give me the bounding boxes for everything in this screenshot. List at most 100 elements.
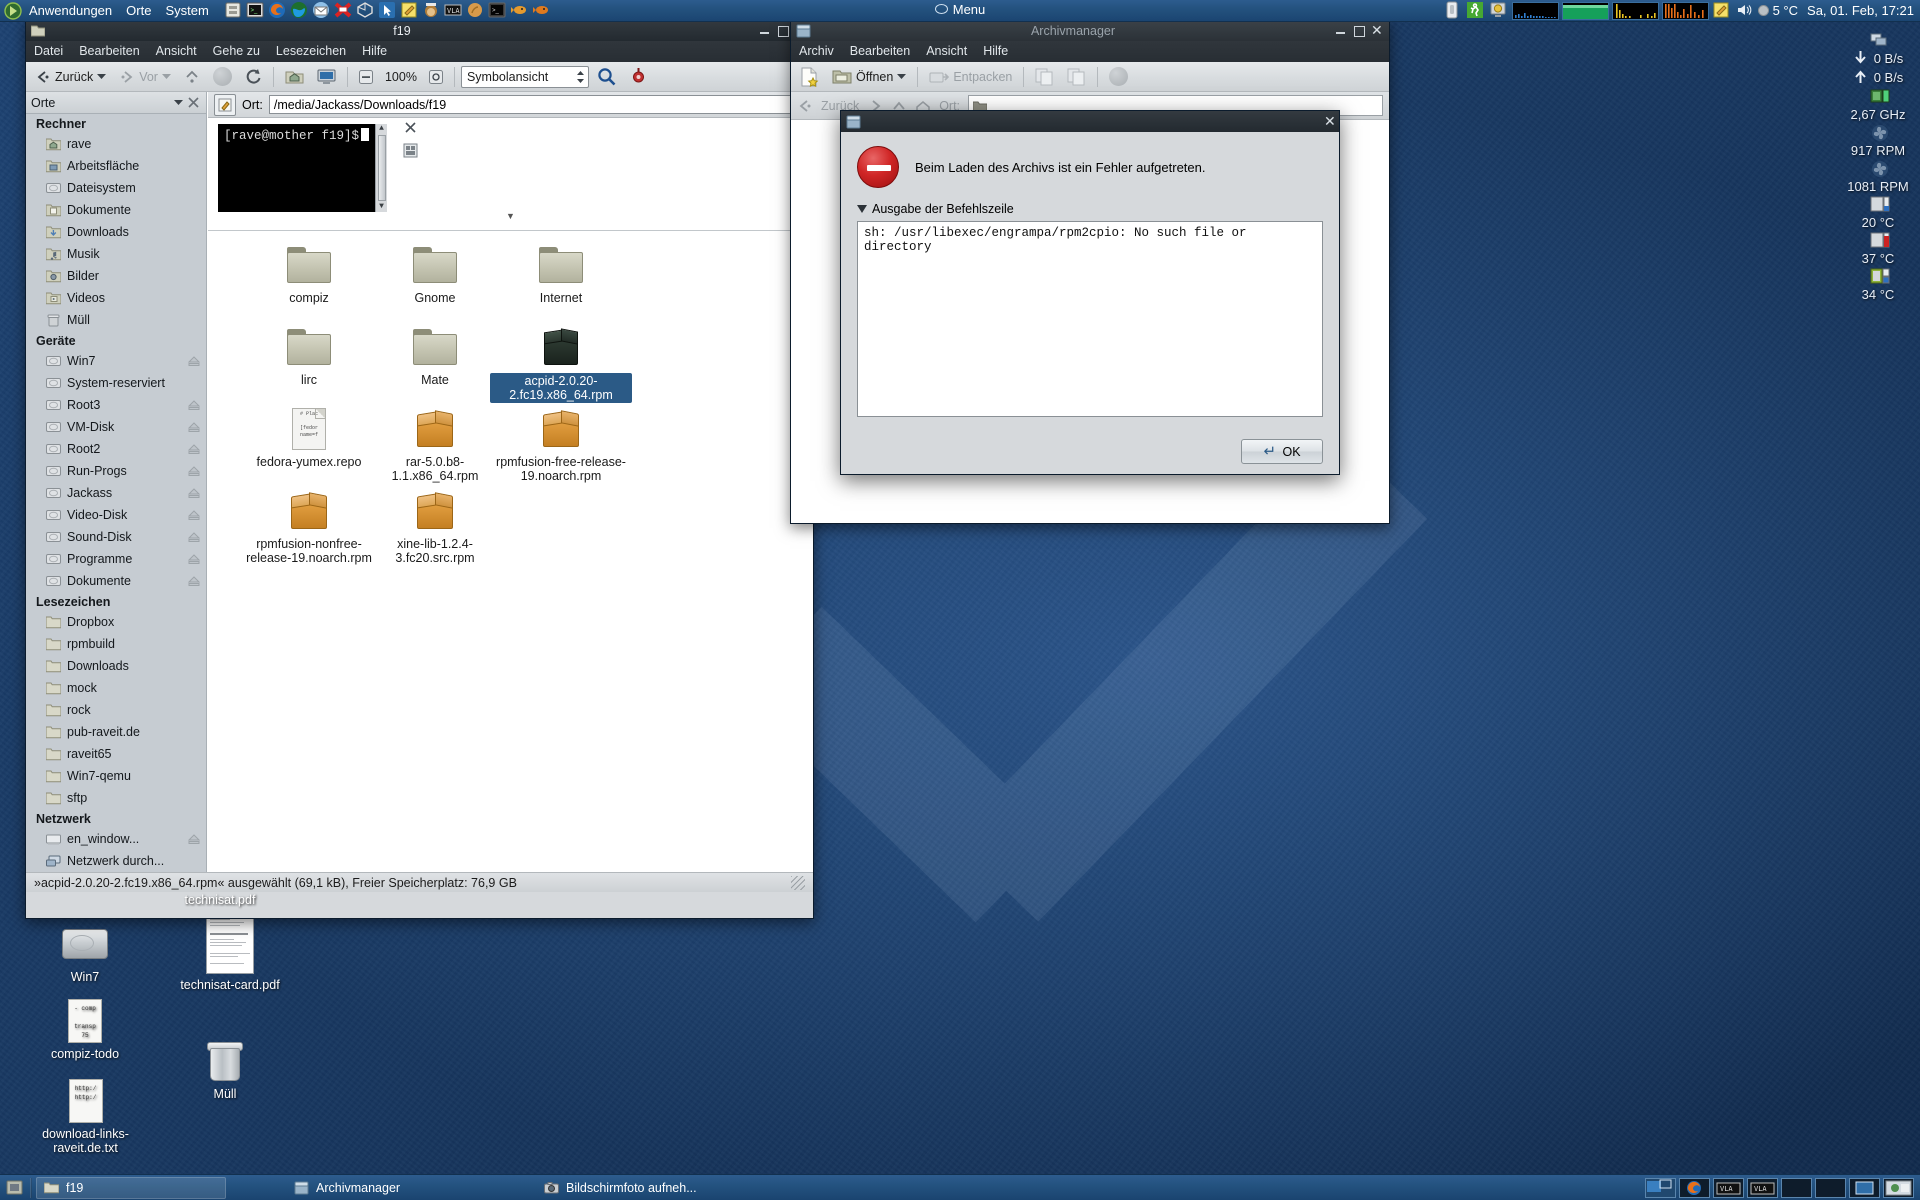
terminal-icon[interactable]: >_ [246,1,266,21]
computer-button[interactable] [312,66,341,87]
menu-bearbeiten[interactable]: Bearbeiten [71,41,147,62]
file-item[interactable]: # Plac [fedor name=f fedora-yumex.repo [238,403,380,469]
sidebar-item-downloads[interactable]: Downloads [26,221,206,243]
lock-screen-icon[interactable] [1443,1,1463,21]
sidebar-item-netzwerk-durch[interactable]: Netzwerk durch... [26,850,206,872]
edit-location-icon[interactable] [214,93,236,116]
sidebar-item-sftp[interactable]: sftp [26,787,206,809]
sidebar-item-m-ll[interactable]: Müll [26,309,206,331]
taskbar-button[interactable]: Bildschirmfoto aufneh... [536,1177,726,1199]
menu-anwendungen[interactable]: Anwendungen [23,0,119,21]
sidebar-item-en-window[interactable]: en_window... [26,828,206,850]
menu-hilfe[interactable]: Hilfe [354,41,395,62]
sidebar-item-root3[interactable]: Root3 [26,394,206,416]
dialog-titlebar[interactable]: ✕ [841,111,1339,132]
menu-archiv[interactable]: Archiv [791,41,842,62]
dialog-expander[interactable]: Ausgabe der Befehlszeile [857,202,1323,216]
file-item[interactable]: rpmfusion-nonfree-release-19.noarch.rpm [238,485,380,565]
sidebar-item-rpmbuild[interactable]: rpmbuild [26,633,206,655]
eject-icon[interactable] [188,833,200,845]
embedded-terminal[interactable]: [rave@mother f19]$ ▲ ▼ [218,124,388,212]
eject-icon[interactable] [188,509,200,521]
pager-workspace-2[interactable] [1679,1177,1710,1198]
sidebar-item-dateisystem[interactable]: Dateisystem [26,177,206,199]
archive-manager-icon[interactable] [224,1,244,21]
file-item[interactable]: compiz [238,239,380,305]
open-archive-button[interactable]: Öffnen [827,66,911,87]
scroll-down-arrow[interactable]: ▼ [379,202,384,212]
logout-icon[interactable] [1466,1,1486,21]
terminal-settings-icon[interactable] [403,143,418,158]
add-files-button[interactable] [1030,66,1059,88]
file-manager-window[interactable]: f19 ✕ Datei Bearbeiten Ansicht Gehe zu L… [25,19,814,919]
menu-bearbeiten[interactable]: Bearbeiten [842,41,918,62]
file-item[interactable]: rpmfusion-free-release-19.noarch.rpm [490,403,632,483]
file-item[interactable]: Internet [490,239,632,305]
sidebar-item-pub-raveit-de[interactable]: pub-raveit.de [26,721,206,743]
command-output[interactable]: sh: /usr/libexec/engrampa/rpm2cpio: No s… [857,221,1323,417]
volume-icon[interactable] [1735,1,1755,21]
up-button[interactable] [179,67,205,87]
file-icon-view[interactable]: compiz Gnome Internet lirc Mate acpid-2.0.20-… [208,230,813,872]
cursor-icon[interactable] [378,1,398,21]
network-monitor-graph[interactable] [1511,1,1559,20]
view-mode-select[interactable]: Symbolansicht [460,65,589,88]
eject-icon[interactable] [188,465,200,477]
back-arrow-icon[interactable] [797,99,813,113]
top-panel[interactable]: Anwendungen Orte System >_ VLA >_ Menu 5… [0,0,1920,22]
sidebar-item-dokumente[interactable]: Dokumente [26,199,206,221]
audio-icon[interactable] [466,1,486,21]
target-button[interactable] [624,65,653,88]
reload-button[interactable] [240,66,267,87]
eject-icon[interactable] [188,553,200,565]
sidebar-item-video-disk[interactable]: Video-Disk [26,504,206,526]
sidebar-item-bilder[interactable]: Bilder [26,265,206,287]
workspace-pager[interactable]: VLA VLA [1645,1177,1920,1198]
pager-workspace-7[interactable] [1849,1177,1880,1198]
sidebar-item-videos[interactable]: Videos [26,287,206,309]
sidebar-item-musik[interactable]: Musik [26,243,206,265]
vlc-icon[interactable]: VLA [444,1,464,21]
eject-icon[interactable] [188,355,200,367]
sidebar-close-icon[interactable] [185,97,201,108]
file-manager-sidebar[interactable]: Orte Rechner rave Arbeitsfläche Dateisystem… [26,92,207,872]
chevron-down-icon[interactable] [97,73,107,80]
file-manager-titlebar[interactable]: f19 ✕ [26,20,813,41]
eject-icon[interactable] [188,487,200,499]
search-button[interactable] [592,65,621,88]
pager-workspace-4[interactable]: VLA [1747,1177,1778,1198]
show-desktop-icon[interactable] [2,1177,26,1199]
forward-button[interactable]: Vor [114,68,176,86]
stop-button[interactable] [208,65,237,88]
eject-icon[interactable] [188,575,200,587]
stop-button[interactable] [1104,65,1133,88]
close-terminal-icon[interactable] [404,122,416,133]
menu-lesezeichen[interactable]: Lesezeichen [268,41,354,62]
eject-icon[interactable] [188,399,200,411]
file-manager-menubar[interactable]: Datei Bearbeiten Ansicht Gehe zu Lesezei… [26,41,813,62]
sidebar-item-raveit65[interactable]: raveit65 [26,743,206,765]
location-bar[interactable]: Ort: /media/Jackass/Downloads/f19 [208,92,813,118]
eject-icon[interactable] [188,421,200,433]
sidebar-item-win7[interactable]: Win7 [26,350,206,372]
chevron-down-icon[interactable] [897,73,907,80]
archive-manager-titlebar[interactable]: Archivmanager ✕ [791,20,1389,41]
pager-workspace-8[interactable] [1883,1177,1914,1198]
new-archive-button[interactable] [795,65,824,89]
home-button[interactable] [280,66,309,87]
sidebar-item-sound-disk[interactable]: Sound-Disk [26,526,206,548]
sidebar-dropdown-icon[interactable] [171,99,185,106]
desktop-icon-win7[interactable]: Win7 [25,918,145,984]
scrollbar-thumb[interactable] [377,135,386,201]
monkey-icon[interactable] [422,1,442,21]
file-item[interactable]: acpid-2.0.20-2.fc19.x86_64.rpm [490,321,632,403]
sidebar-item-run-progs[interactable]: Run-Progs [26,460,206,482]
terminal2-icon[interactable]: >_ [488,1,508,21]
menu-orte[interactable]: Orte [119,0,158,21]
sidebar-item-vm-disk[interactable]: VM-Disk [26,416,206,438]
chevron-down-icon[interactable] [161,73,171,80]
archive-manager-toolbar[interactable]: Öffnen Entpacken [791,62,1389,92]
error-dialog[interactable]: ✕ Beim Laden des Archivs ist ein Fehler … [840,110,1340,475]
eject-icon[interactable] [188,443,200,455]
menu-gehe-zu[interactable]: Gehe zu [205,41,268,62]
